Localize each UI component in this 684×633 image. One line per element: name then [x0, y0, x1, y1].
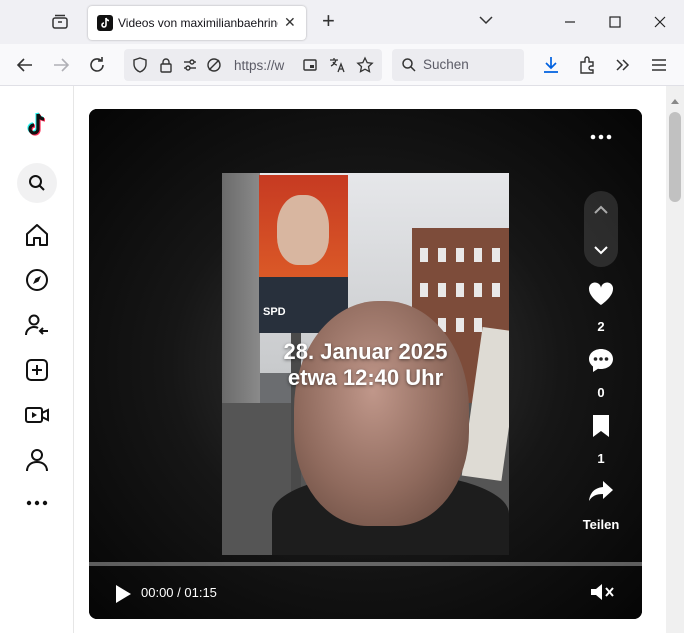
chevron-down-icon[interactable]	[478, 12, 494, 33]
mute-icon[interactable]	[589, 581, 615, 608]
tiktok-logo-icon[interactable]	[24, 110, 50, 136]
tab-title: Videos von maximilianbaehring	[118, 16, 278, 30]
reader-view-icon[interactable]	[302, 57, 318, 78]
sidebar-search-button[interactable]	[17, 163, 57, 203]
person-face	[294, 301, 469, 526]
bookmark-star-icon[interactable]	[356, 56, 374, 79]
forward-arrow-icon[interactable]	[50, 54, 72, 76]
scroll-thumb[interactable]	[669, 112, 681, 202]
lock-icon[interactable]	[158, 57, 174, 78]
minimize-icon[interactable]	[560, 12, 580, 32]
heart-icon	[588, 282, 614, 305]
download-icon[interactable]	[540, 54, 562, 76]
following-icon[interactable]	[24, 312, 50, 338]
like-button[interactable]	[581, 281, 621, 312]
browser-navbar: https://w Suchen	[0, 44, 684, 86]
more-dots-icon[interactable]	[24, 490, 50, 516]
web-search-box[interactable]: Suchen	[392, 49, 524, 81]
profile-icon[interactable]	[24, 447, 50, 473]
poster-spd-text: SPD	[263, 306, 286, 318]
shield-icon[interactable]	[132, 57, 148, 78]
url-bar[interactable]: https://w	[124, 49, 382, 81]
home-icon[interactable]	[24, 222, 50, 248]
video-overlay-date: 28. Januar 2025	[283, 339, 448, 364]
tab-close-icon[interactable]: ✕	[284, 14, 296, 31]
new-tab-button[interactable]: +	[322, 8, 335, 34]
comment-icon	[589, 349, 613, 372]
search-icon	[29, 175, 45, 191]
save-count: 1	[597, 451, 605, 466]
save-button[interactable]	[581, 413, 621, 444]
browser-tab-active[interactable]: Videos von maximilianbaehring ✕	[88, 6, 306, 40]
play-icon[interactable]	[113, 583, 133, 610]
scroll-up-icon[interactable]	[670, 92, 680, 110]
video-player[interactable]: SPD 28. Januar 2025 etwa 12:40 Uhr 2 0 1…	[89, 109, 642, 619]
tiktok-favicon-icon	[97, 15, 113, 31]
share-button[interactable]	[581, 479, 621, 508]
page-content: SPD 28. Januar 2025 etwa 12:40 Uhr 2 0 1…	[0, 86, 684, 633]
video-more-icon[interactable]	[589, 129, 613, 147]
close-window-icon[interactable]	[650, 12, 670, 32]
page-scrollbar[interactable]	[666, 86, 684, 633]
explore-compass-icon[interactable]	[24, 267, 50, 293]
translate-icon[interactable]	[328, 56, 346, 79]
url-text[interactable]: https://w	[234, 58, 284, 73]
maximize-icon[interactable]	[605, 12, 625, 32]
poster-face	[277, 195, 329, 265]
video-time: 00:00 / 01:15	[141, 585, 217, 600]
hamburger-menu-icon[interactable]	[648, 54, 670, 76]
browser-titlebar: Videos von maximilianbaehring ✕ +	[0, 0, 684, 44]
comment-count: 0	[597, 385, 605, 400]
bookmark-icon	[593, 415, 609, 437]
overflow-chevrons-icon[interactable]	[612, 54, 634, 76]
upload-plus-icon[interactable]	[24, 357, 50, 383]
share-label: Teilen	[582, 517, 620, 532]
tiktok-sidebar	[0, 86, 74, 633]
like-count: 2	[597, 319, 605, 334]
reload-icon[interactable]	[86, 54, 108, 76]
search-placeholder: Suchen	[423, 57, 469, 72]
tracking-blocked-icon[interactable]	[206, 57, 222, 78]
election-poster: SPD	[259, 175, 348, 333]
tab-list-icon[interactable]	[50, 12, 70, 32]
video-nav-arrows	[584, 191, 618, 267]
search-icon	[401, 57, 417, 78]
comment-button[interactable]	[581, 346, 621, 379]
live-camera-icon[interactable]	[24, 402, 50, 428]
permissions-icon[interactable]	[182, 57, 198, 78]
extensions-icon[interactable]	[576, 54, 598, 76]
chevron-up-icon[interactable]	[593, 203, 609, 221]
chevron-down-icon[interactable]	[593, 243, 609, 261]
back-arrow-icon[interactable]	[14, 54, 36, 76]
video-overlay-time: etwa 12:40 Uhr	[287, 365, 444, 390]
share-arrow-icon	[589, 481, 613, 501]
video-progress-bar[interactable]	[89, 562, 642, 566]
